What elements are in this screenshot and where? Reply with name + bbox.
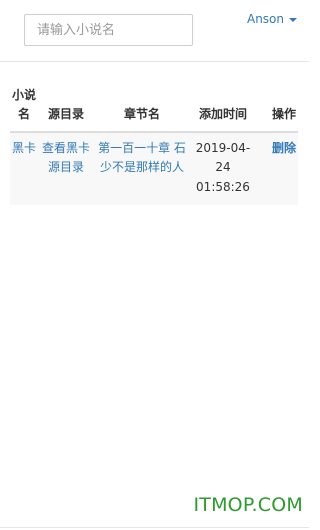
cell-source-dir: 查看黑卡源目录 bbox=[38, 132, 94, 205]
header-action: 操作 bbox=[256, 82, 298, 134]
cell-action: 删除 bbox=[256, 132, 298, 205]
caret-down-icon bbox=[289, 17, 297, 22]
header-chapter-name: 章节名 bbox=[94, 82, 190, 134]
user-menu[interactable]: Anson bbox=[247, 12, 297, 26]
chapter-link[interactable]: 第一百一十章 石少不是那样的人 bbox=[98, 141, 186, 174]
bottom-divider bbox=[0, 527, 309, 528]
user-name: Anson bbox=[246, 12, 284, 26]
table-row: 黑卡 查看黑卡源目录 第一百一十章 石少不是那样的人 2019-04-24 01… bbox=[10, 132, 298, 205]
novel-link[interactable]: 黑卡 bbox=[12, 141, 36, 155]
table-header-row: 小说名 源目录 章节名 添加时间 操作 bbox=[10, 82, 298, 134]
cell-novel-name: 黑卡 bbox=[10, 132, 38, 205]
header-source-dir: 源目录 bbox=[38, 82, 94, 134]
cell-chapter-name: 第一百一十章 石少不是那样的人 bbox=[94, 132, 190, 205]
header-divider bbox=[0, 61, 309, 62]
cell-added-time: 2019-04-24 01:58:26 bbox=[195, 141, 251, 194]
delete-button[interactable]: 删除 bbox=[272, 141, 296, 155]
novel-table: 小说名 源目录 章节名 添加时间 操作 黑卡 查看黑卡源目录 第一百一十章 石少… bbox=[10, 82, 298, 205]
header-novel-name: 小说名 bbox=[10, 82, 38, 134]
search-input[interactable] bbox=[24, 14, 193, 46]
source-dir-link[interactable]: 查看黑卡源目录 bbox=[42, 141, 90, 174]
watermark: ITMOP.COM bbox=[193, 494, 303, 516]
header-added-time: 添加时间 bbox=[190, 82, 256, 134]
